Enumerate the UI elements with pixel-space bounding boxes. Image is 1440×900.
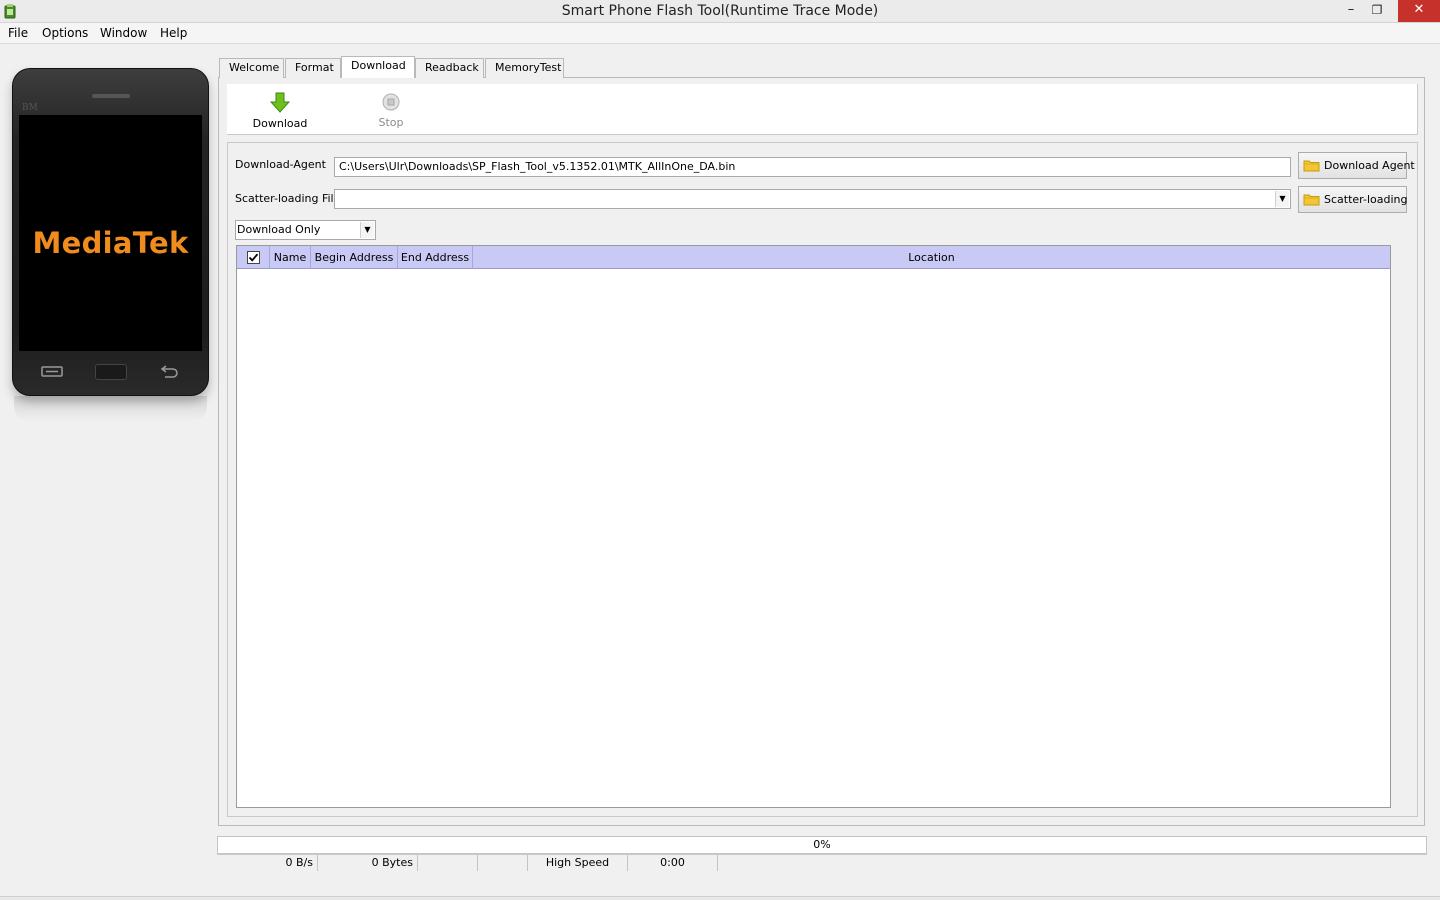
tab-welcome[interactable]: Welcome <box>219 58 284 78</box>
menu-help[interactable]: Help <box>160 23 187 44</box>
status-empty-1 <box>418 855 478 871</box>
column-name[interactable]: Name <box>270 246 311 269</box>
column-location[interactable]: Location <box>473 246 1390 269</box>
scatter-loading-button-label: Scatter-loading <box>1324 193 1408 206</box>
close-button[interactable]: ✕ <box>1398 0 1440 22</box>
status-bar: 0 B/s 0 Bytes High Speed 0:00 <box>217 854 1427 871</box>
download-button-label: Download <box>252 117 308 130</box>
folder-icon <box>1303 160 1320 171</box>
chevron-down-icon[interactable]: ▼ <box>360 222 374 238</box>
restore-button[interactable]: ❐ <box>1362 0 1392 22</box>
menu-file[interactable]: File <box>8 23 28 44</box>
stop-button-label: Stop <box>378 116 404 129</box>
stop-button[interactable]: Stop <box>356 84 426 134</box>
column-end-address[interactable]: End Address <box>398 246 473 269</box>
download-button[interactable]: Download <box>245 84 315 134</box>
toolbar: Download Stop <box>227 84 1418 135</box>
status-usb-mode: High Speed <box>528 855 628 871</box>
download-agent-input[interactable]: C:\Users\Ulr\Downloads\SP_Flash_Tool_v5.… <box>334 157 1291 177</box>
progress-text: 0% <box>813 838 831 851</box>
column-begin-address[interactable]: Begin Address <box>311 246 398 269</box>
status-speed: 0 B/s <box>217 855 318 871</box>
download-agent-label: Download-Agent <box>235 158 326 171</box>
download-arrow-icon <box>270 92 290 113</box>
status-empty-2 <box>478 855 528 871</box>
select-all-column[interactable] <box>237 246 270 269</box>
scatter-loading-button[interactable]: Scatter-loading <box>1298 186 1407 213</box>
taskbar-edge <box>0 896 1440 900</box>
partition-table: Name Begin Address End Address Location <box>236 245 1391 808</box>
status-time: 0:00 <box>628 855 718 871</box>
phone-back-key-icon <box>160 365 178 378</box>
progress-bar: 0% <box>217 836 1427 854</box>
download-agent-button[interactable]: Download Agent <box>1298 152 1415 179</box>
phone-speaker <box>92 94 130 98</box>
phone-menu-key-icon <box>41 366 63 377</box>
phone-brand: BM <box>22 103 38 113</box>
download-mode-value: Download Only <box>237 223 321 236</box>
menu-bar: File Options Window Help <box>0 23 1440 44</box>
menu-window[interactable]: Window <box>100 23 147 44</box>
tab-download[interactable]: Download <box>341 56 415 78</box>
window-title: Smart Phone Flash Tool(Runtime Trace Mod… <box>561 3 879 19</box>
menu-options[interactable]: Options <box>42 23 88 44</box>
tab-format[interactable]: Format <box>285 58 341 78</box>
select-all-checkbox[interactable] <box>247 251 260 264</box>
download-mode-select[interactable]: Download Only ▼ <box>235 220 376 240</box>
stop-icon <box>382 93 400 111</box>
folder-icon <box>1303 194 1320 205</box>
download-agent-button-label: Download Agent <box>1324 159 1415 172</box>
tab-readback[interactable]: Readback <box>415 58 484 78</box>
scatter-loading-label: Scatter-loading File <box>235 192 341 205</box>
checkmark-icon <box>248 253 259 262</box>
tab-memorytest[interactable]: MemoryTest <box>485 58 564 78</box>
table-header: Name Begin Address End Address Location <box>237 246 1390 269</box>
chevron-down-icon[interactable]: ▼ <box>1275 191 1289 207</box>
mediatek-logo: MediaTek <box>32 226 189 260</box>
phone-home-key <box>95 364 127 380</box>
scatter-loading-combobox[interactable]: ▼ <box>334 189 1291 209</box>
phone-reflection <box>14 396 207 422</box>
status-bytes: 0 Bytes <box>318 855 418 871</box>
